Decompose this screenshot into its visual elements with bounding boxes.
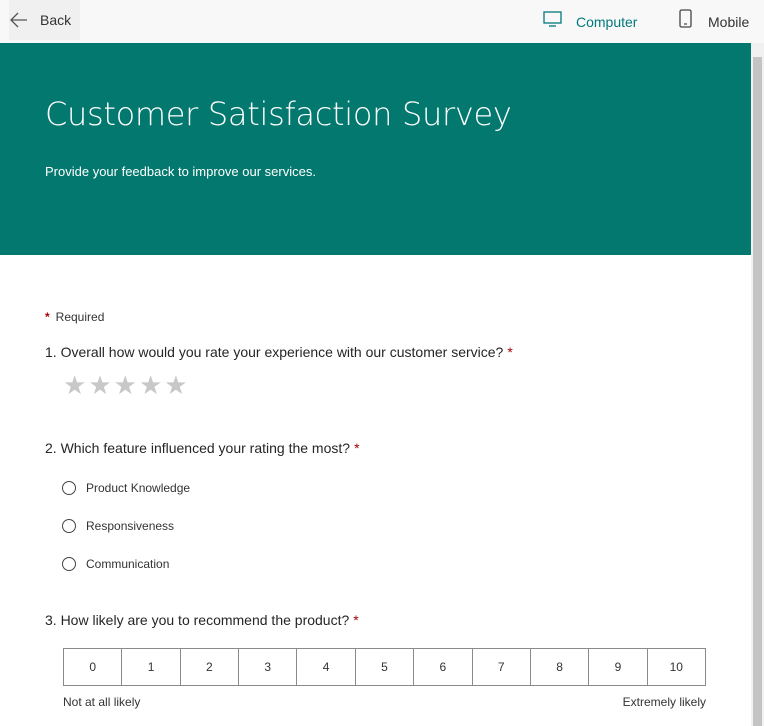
question-2-text: 2. Which feature influenced your rating …	[45, 440, 351, 456]
scale-option-6[interactable]: 6	[414, 649, 473, 685]
required-asterisk: *	[353, 612, 359, 628]
question-3-text: 3. How likely are you to recommend the p…	[45, 612, 350, 628]
question-3-title: 3. How likely are you to recommend the p…	[45, 612, 359, 628]
likelihood-scale: 0 1 2 3 4 5 6 7 8 9 10	[63, 648, 706, 686]
computer-view-button[interactable]: Computer	[543, 0, 637, 43]
scale-option-8[interactable]: 8	[531, 649, 590, 685]
required-note: * Required	[45, 310, 104, 324]
question-1-title: 1. Overall how would you rate your exper…	[45, 344, 513, 360]
required-asterisk: *	[45, 310, 50, 324]
scale-option-2[interactable]: 2	[181, 649, 240, 685]
scale-option-7[interactable]: 7	[473, 649, 531, 685]
survey-title: Customer Satisfaction Survey	[45, 95, 512, 133]
scale-low-label: Not at all likely	[63, 695, 141, 709]
scrollbar-thumb[interactable]	[753, 57, 762, 726]
back-button[interactable]: Back	[9, 0, 80, 40]
option-communication[interactable]: Communication	[62, 557, 169, 571]
scale-option-9[interactable]: 9	[589, 649, 648, 685]
scale-high-label: Extremely likely	[622, 695, 706, 709]
star-rating: ★ ★ ★ ★ ★	[63, 371, 188, 399]
required-asterisk: *	[354, 440, 360, 456]
top-bar: Back Computer Mobile	[0, 0, 764, 43]
star-2-icon[interactable]: ★	[88, 371, 111, 399]
star-3-icon[interactable]: ★	[114, 371, 137, 399]
vertical-scrollbar[interactable]	[751, 43, 764, 726]
question-2-title: 2. Which feature influenced your rating …	[45, 440, 360, 456]
option-label: Communication	[86, 557, 170, 571]
survey-subtitle: Provide your feedback to improve our ser…	[45, 164, 316, 179]
mobile-view-button[interactable]: Mobile	[679, 0, 749, 43]
option-label: Product Knowledge	[86, 481, 191, 495]
radio-button[interactable]	[62, 519, 76, 533]
required-asterisk: *	[507, 344, 513, 360]
option-label: Responsiveness	[86, 519, 175, 533]
scale-option-10[interactable]: 10	[648, 649, 705, 685]
mobile-view-label: Mobile	[708, 13, 750, 30]
option-responsiveness[interactable]: Responsiveness	[62, 519, 174, 533]
back-arrow-icon	[10, 12, 27, 28]
survey-header-banner	[0, 43, 751, 255]
radio-button[interactable]	[62, 557, 76, 571]
computer-view-label: Computer	[576, 13, 638, 30]
scale-option-5[interactable]: 5	[356, 649, 415, 685]
option-product-knowledge[interactable]: Product Knowledge	[62, 481, 190, 495]
scale-option-0[interactable]: 0	[64, 649, 123, 685]
scale-option-1[interactable]: 1	[122, 649, 181, 685]
required-note-label: Required	[55, 310, 105, 324]
star-1-icon[interactable]: ★	[63, 371, 86, 399]
radio-button[interactable]	[62, 481, 76, 495]
scale-option-3[interactable]: 3	[239, 649, 298, 685]
scale-option-4[interactable]: 4	[297, 649, 356, 685]
back-label: Back	[40, 12, 72, 28]
star-4-icon[interactable]: ★	[139, 371, 162, 399]
question-1-text: 1. Overall how would you rate your exper…	[45, 344, 504, 360]
star-5-icon[interactable]: ★	[164, 371, 187, 399]
monitor-icon	[543, 11, 563, 32]
phone-icon	[679, 9, 693, 34]
